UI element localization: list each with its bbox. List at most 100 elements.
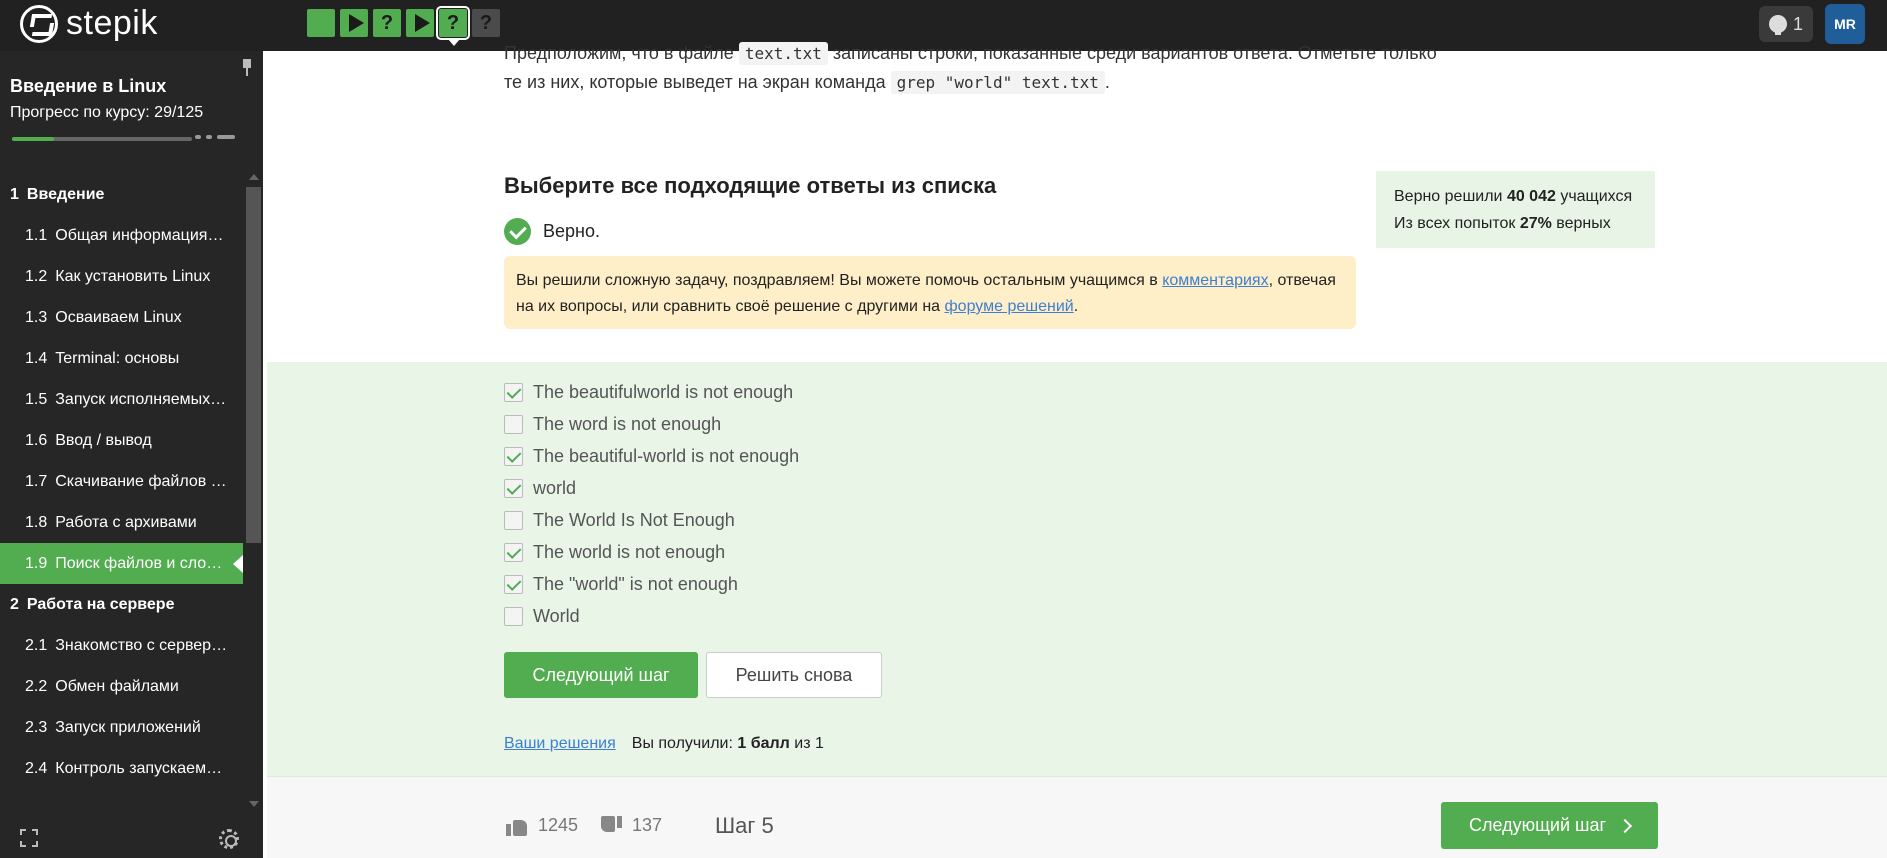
code-command: grep "world" text.txt <box>890 71 1105 94</box>
your-solutions-link[interactable]: Ваши решения <box>504 735 616 753</box>
option-label: The "world" is not enough <box>533 573 738 594</box>
like-button[interactable]: 1245 <box>506 815 578 836</box>
trophy-icon <box>1768 15 1787 35</box>
toc-number: 1.1 <box>25 226 48 244</box>
toc-number: 2.1 <box>25 636 48 654</box>
question-icon: ? <box>479 11 493 34</box>
step-navigation: ? ? ? <box>307 6 500 46</box>
option-row[interactable]: The world is not enough <box>504 536 799 568</box>
toc-number: 2.2 <box>25 677 48 695</box>
toc-number: 1.2 <box>25 267 48 285</box>
toc-number: 1.7 <box>25 472 48 490</box>
toc-lesson[interactable]: 1.8 Работа с архивами <box>0 502 243 543</box>
course-progress-bar <box>12 137 192 141</box>
stats-box: Верно решили 40 042 учащихся Из всех поп… <box>1376 171 1655 248</box>
table-of-contents: 1 Введение 1.1 Общая информация о курсе 1.2 К… <box>0 174 243 789</box>
notifications-count: 1 <box>1792 13 1803 34</box>
step-4-code[interactable] <box>406 9 434 37</box>
success-rate-line: Из всех попыток 27% верных <box>1394 215 1611 232</box>
course-title[interactable]: Введение в Linux <box>10 76 166 97</box>
toc-lesson[interactable]: 1.4 Terminal: основы <box>0 338 243 379</box>
pin-icon[interactable] <box>240 59 254 76</box>
option-row[interactable]: world <box>504 472 799 504</box>
toc-lesson[interactable]: 2.3 Запуск приложений <box>0 707 243 748</box>
step-6-quiz[interactable]: ? <box>472 9 500 37</box>
toc-number: 1.5 <box>25 390 48 408</box>
toc-number: 1.6 <box>25 431 48 449</box>
option-checkbox[interactable] <box>504 414 523 434</box>
toc-lesson[interactable]: 1.7 Скачивание файлов из интернета <box>0 461 243 502</box>
options-list: The beautifulworld is not enough The word… <box>504 376 799 632</box>
next-step-button[interactable]: Следующий шаг <box>504 652 698 698</box>
avatar[interactable]: MR <box>1825 4 1865 44</box>
option-checkbox[interactable] <box>504 510 523 530</box>
toc-number: 1.3 <box>25 308 48 326</box>
option-label: The beautifulworld is not enough <box>533 381 794 402</box>
question-icon: ? <box>380 11 394 34</box>
toc-lesson[interactable]: 1.6 Ввод / вывод <box>0 420 243 461</box>
scroll-down-arrow-icon[interactable] <box>249 801 259 807</box>
notifications-button[interactable]: 1 <box>1759 6 1813 42</box>
task-text: . <box>1104 72 1110 92</box>
toc-lesson[interactable]: 2.4 Контроль запускаемых программ <box>0 748 243 789</box>
toc-title: Введение <box>26 185 105 203</box>
option-checkbox[interactable] <box>504 446 523 466</box>
option-row[interactable]: The beautifulworld is not enough <box>504 376 799 408</box>
toc-number: 1.8 <box>25 513 48 531</box>
stepik-logo-icon <box>20 4 58 43</box>
play-icon <box>348 14 364 32</box>
option-label: world <box>533 477 577 498</box>
toc-title: Terminal: основы <box>55 349 180 367</box>
toc-module[interactable]: 2 Работа на сервере <box>0 584 243 625</box>
toc-lesson[interactable]: 1.1 Общая информация о курсе <box>0 215 243 256</box>
stepik-logo[interactable]: stepik <box>20 4 158 43</box>
step-1-text[interactable] <box>307 9 335 37</box>
step-2-code[interactable] <box>340 9 368 37</box>
thumbs-up-icon <box>506 816 528 836</box>
scroll-up-arrow-icon[interactable] <box>249 174 259 180</box>
fullscreen-icon[interactable] <box>20 829 38 847</box>
option-checkbox[interactable] <box>504 382 523 402</box>
toc-number: 2.3 <box>25 718 48 736</box>
option-row[interactable]: World <box>504 600 799 632</box>
comments-link[interactable]: комментариях <box>1162 272 1268 289</box>
option-checkbox[interactable] <box>504 478 523 498</box>
option-checkbox[interactable] <box>504 542 523 562</box>
option-label: The beautiful-world is not enough <box>533 445 800 466</box>
option-row[interactable]: The word is not enough <box>504 408 799 440</box>
option-row[interactable]: The World Is Not Enough <box>504 504 799 536</box>
option-row[interactable]: The beautiful-world is not enough <box>504 440 799 472</box>
sidebar-scrollbar[interactable] <box>246 187 261 543</box>
solutions-forum-link[interactable]: форуме решений <box>945 298 1074 315</box>
footer-next-step-button[interactable]: Следующий шаг <box>1441 802 1658 849</box>
option-label: The word is not enough <box>533 413 722 434</box>
question-icon: ? <box>446 11 460 34</box>
step-3-quiz[interactable]: ? <box>373 9 401 37</box>
main-content: Предположим, что в файле text.txt записа… <box>263 42 1887 858</box>
toc-lesson[interactable]: 1.3 Осваиваем Linux <box>0 297 243 338</box>
option-checkbox[interactable] <box>504 606 523 626</box>
toc-lesson[interactable]: 2.2 Обмен файлами <box>0 666 243 707</box>
toc-number: 1.9 <box>25 554 48 572</box>
dislike-button[interactable]: 137 <box>600 815 662 836</box>
option-checkbox[interactable] <box>504 574 523 594</box>
toc-lesson[interactable]: 1.9 Поиск файлов и слов в файлах <box>0 543 243 584</box>
toc-title: Знакомство с сервером <box>55 636 228 654</box>
toc-module[interactable]: 1 Введение <box>0 174 243 215</box>
gear-icon[interactable] <box>219 829 239 849</box>
toc-lesson[interactable]: 2.1 Знакомство с сервером <box>0 625 243 666</box>
step-number: Шаг 5 <box>715 813 774 838</box>
score-text: Вы получили: 1 балл из 1 <box>631 735 824 752</box>
thumbs-down-icon <box>600 816 622 836</box>
retry-button[interactable]: Решить снова <box>706 652 882 698</box>
step-5-quiz-current[interactable]: ? <box>436 6 470 46</box>
step-footer: 1245 137 Шаг 5 Следующий шаг <box>267 776 1887 858</box>
dislike-count: 137 <box>632 815 663 835</box>
course-progress-label: Прогресс по курсу: 29/125 <box>10 104 204 121</box>
logo-text: stepik <box>66 4 158 42</box>
toc-lesson[interactable]: 1.5 Запуск исполняемых файлов <box>0 379 243 420</box>
option-row[interactable]: The "world" is not enough <box>504 568 799 600</box>
toc-number: 1.4 <box>25 349 48 367</box>
result-status: Верно. <box>504 218 600 245</box>
toc-lesson[interactable]: 1.2 Как установить Linux <box>0 256 243 297</box>
